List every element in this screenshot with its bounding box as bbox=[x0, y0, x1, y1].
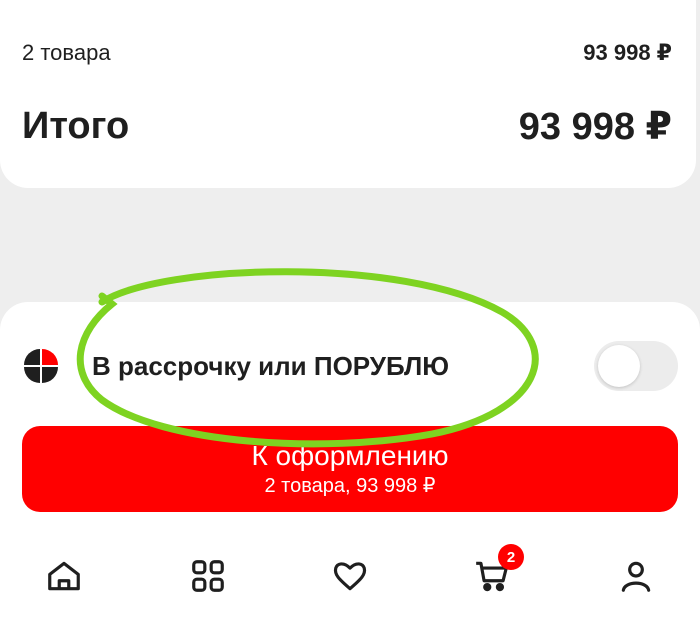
checkout-button-title: К оформлению bbox=[251, 440, 449, 471]
home-icon bbox=[48, 561, 80, 591]
tab-catalog[interactable] bbox=[184, 552, 232, 600]
installment-toggle[interactable] bbox=[594, 341, 678, 391]
total-label: Итого bbox=[22, 105, 130, 147]
items-count-label: 2 товара bbox=[22, 40, 111, 65]
items-row: 2 товара 93 998 ₽ bbox=[22, 40, 672, 66]
bottom-tab-bar: 2 bbox=[0, 530, 700, 620]
tab-home[interactable] bbox=[40, 552, 88, 600]
installment-brand-logo-icon bbox=[24, 349, 58, 383]
total-row: Итого 93 998 ₽ bbox=[22, 104, 672, 149]
checkout-button-subtitle: 2 товара, 93 998 ₽ bbox=[264, 475, 436, 497]
installment-row[interactable]: В рассрочку или ПОРУБЛЮ bbox=[22, 338, 678, 394]
total-price: 93 998 ₽ bbox=[518, 106, 672, 148]
checkout-button[interactable]: К оформлению 2 товара, 93 998 ₽ bbox=[22, 426, 678, 512]
cart-badge: 2 bbox=[498, 544, 524, 570]
catalog-icon bbox=[192, 560, 224, 592]
toggle-knob bbox=[598, 345, 640, 387]
tab-favorites[interactable] bbox=[326, 552, 374, 600]
installment-label: В рассрочку или ПОРУБЛЮ bbox=[92, 350, 450, 381]
order-summary-card: 2 товара 93 998 ₽ Итого 93 998 ₽ bbox=[0, 0, 696, 188]
items-price: 93 998 ₽ bbox=[583, 40, 672, 65]
profile-icon bbox=[621, 561, 651, 592]
tab-cart[interactable]: 2 bbox=[468, 544, 524, 600]
heart-icon bbox=[333, 562, 367, 591]
tab-profile[interactable] bbox=[612, 552, 660, 600]
